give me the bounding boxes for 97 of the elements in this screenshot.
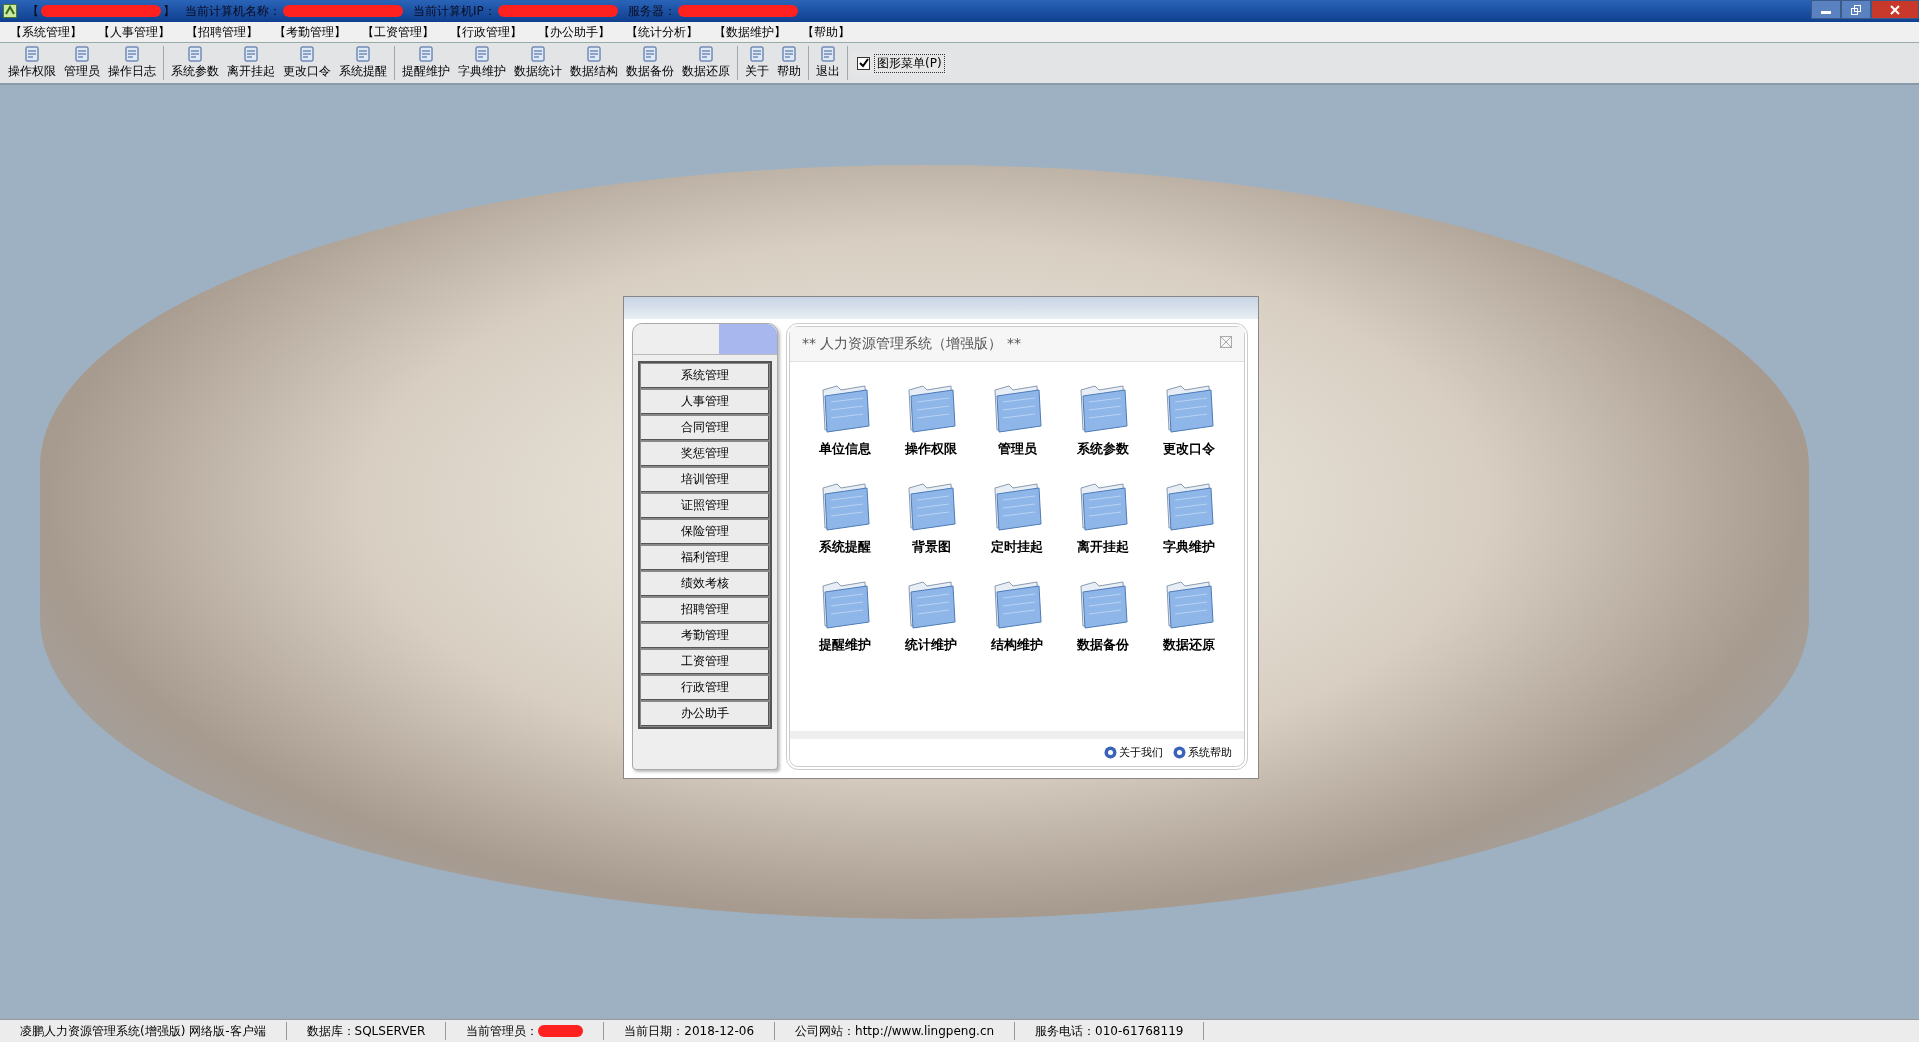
circle-icon <box>1173 745 1186 759</box>
menu-item[interactable]: 【工资管理】 <box>356 23 440 41</box>
graphic-menu-checkbox[interactable]: 图形菜单(P) <box>851 51 951 75</box>
document-icon <box>74 46 90 62</box>
tile-button[interactable]: 提醒维护 <box>802 575 888 654</box>
toolbar-button[interactable]: 数据结构 <box>566 44 622 82</box>
status-text: 凌鹏人力资源管理系统(增强版) 网络版-客户端 <box>20 1022 266 1040</box>
status-text: 公司网站：http://www.lingpeng.cn <box>795 1022 995 1040</box>
status-text: 服务电话：010-61768119 <box>1035 1022 1184 1040</box>
document-icon <box>820 46 836 62</box>
toolbar-button[interactable]: 退出 <box>812 44 844 82</box>
document-icon <box>749 46 765 62</box>
checkmark-icon <box>858 58 869 68</box>
toolbar-button[interactable]: 字典维护 <box>454 44 510 82</box>
side-menu-button[interactable]: 办公助手 <box>640 700 770 727</box>
toolbar-button[interactable]: 操作日志 <box>104 44 160 82</box>
close-icon <box>1889 4 1901 15</box>
side-menu-button[interactable]: 奖惩管理 <box>640 440 770 467</box>
toolbar-button[interactable]: 系统参数 <box>167 44 223 82</box>
document-icon <box>781 46 797 62</box>
side-menu-button[interactable]: 行政管理 <box>640 674 770 701</box>
tile-button[interactable]: 系统参数 <box>1060 379 1146 458</box>
toolbar-button[interactable]: 提醒维护 <box>398 44 454 82</box>
title-text: 当前计算机名称： <box>185 2 281 20</box>
toolbar-button[interactable]: 关于 <box>741 44 773 82</box>
tile-button[interactable]: 字典维护 <box>1146 477 1232 556</box>
document-icon <box>124 46 140 62</box>
menu-item[interactable]: 【人事管理】 <box>92 23 176 41</box>
document-icon <box>355 46 371 62</box>
document-icon <box>418 46 434 62</box>
close-button[interactable] <box>1871 0 1919 19</box>
document-icon <box>698 46 714 62</box>
toolbar-button[interactable]: 数据还原 <box>678 44 734 82</box>
tile-button[interactable]: 数据还原 <box>1146 575 1232 654</box>
restore-button[interactable] <box>1841 0 1871 19</box>
document-icon <box>299 46 315 62</box>
menu-item[interactable]: 【数据维护】 <box>708 23 792 41</box>
title-text: 】 <box>163 2 175 20</box>
close-icon <box>1220 336 1232 348</box>
menu-item[interactable]: 【考勤管理】 <box>268 23 352 41</box>
menu-item[interactable]: 【统计分析】 <box>620 23 704 41</box>
menu-item[interactable]: 【办公助手】 <box>532 23 616 41</box>
toolbar-button[interactable]: 数据备份 <box>622 44 678 82</box>
toolbar-button[interactable]: 系统提醒 <box>335 44 391 82</box>
title-text: 服务器： <box>627 2 676 20</box>
footer-link[interactable]: 关于我们 <box>1104 744 1163 760</box>
side-menu-button[interactable]: 培训管理 <box>640 466 770 493</box>
side-menu-button[interactable]: 工资管理 <box>640 648 770 675</box>
toolbar-button[interactable]: 帮助 <box>773 44 805 82</box>
document-icon <box>187 46 203 62</box>
menu-item[interactable]: 【帮助】 <box>796 23 856 41</box>
status-text: 当前日期：2018-12-06 <box>624 1022 755 1040</box>
toolbar-button[interactable]: 离开挂起 <box>223 44 279 82</box>
document-icon <box>243 46 259 62</box>
tile-button[interactable]: 离开挂起 <box>1060 477 1146 556</box>
side-menu-button[interactable]: 保险管理 <box>640 518 770 545</box>
tile-button[interactable]: 背景图 <box>888 477 974 556</box>
side-menu-button[interactable]: 考勤管理 <box>640 622 770 649</box>
tile-button[interactable]: 更改口令 <box>1146 379 1232 458</box>
restore-icon <box>1850 4 1862 15</box>
app-icon <box>3 4 17 18</box>
document-icon <box>530 46 546 62</box>
tile-button[interactable]: 操作权限 <box>888 379 974 458</box>
panel-title: ** 人力资源管理系统（增强版） ** <box>802 334 1022 353</box>
circle-icon <box>1104 745 1117 759</box>
side-menu-button[interactable]: 人事管理 <box>640 388 770 415</box>
side-menu-button[interactable]: 招聘管理 <box>640 596 770 623</box>
menu-item[interactable]: 【行政管理】 <box>444 23 528 41</box>
toolbar-button[interactable]: 更改口令 <box>279 44 335 82</box>
toolbar-button[interactable]: 管理员 <box>60 44 104 82</box>
tile-button[interactable]: 单位信息 <box>802 379 888 458</box>
document-icon <box>24 46 40 62</box>
tile-button[interactable]: 统计维护 <box>888 575 974 654</box>
side-menu-button[interactable]: 证照管理 <box>640 492 770 519</box>
toolbar-button[interactable]: 操作权限 <box>4 44 60 82</box>
title-text: 【 <box>27 2 39 20</box>
minimize-button[interactable] <box>1811 0 1841 19</box>
document-icon <box>586 46 602 62</box>
toolbar-button[interactable]: 数据统计 <box>510 44 566 82</box>
side-menu-button[interactable]: 福利管理 <box>640 544 770 571</box>
status-text: 当前管理员： <box>466 1022 539 1040</box>
side-menu-button[interactable]: 绩效考核 <box>640 570 770 597</box>
minimize-icon <box>1821 11 1831 14</box>
tile-button[interactable]: 结构维护 <box>974 575 1060 654</box>
side-menu-button[interactable]: 合同管理 <box>640 414 770 441</box>
footer-link[interactable]: 系统帮助 <box>1173 744 1232 760</box>
document-icon <box>642 46 658 62</box>
status-text: 数据库：SQLSERVER <box>306 1022 426 1040</box>
document-icon <box>474 46 490 62</box>
tile-button[interactable]: 系统提醒 <box>802 477 888 556</box>
tile-button[interactable]: 定时挂起 <box>974 477 1060 556</box>
tile-button[interactable]: 数据备份 <box>1060 575 1146 654</box>
side-menu-button[interactable]: 系统管理 <box>640 362 770 389</box>
title-text: 当前计算机IP： <box>413 2 496 20</box>
tile-button[interactable]: 管理员 <box>974 379 1060 458</box>
menu-item[interactable]: 【系统管理】 <box>4 23 88 41</box>
menu-item[interactable]: 【招聘管理】 <box>180 23 264 41</box>
